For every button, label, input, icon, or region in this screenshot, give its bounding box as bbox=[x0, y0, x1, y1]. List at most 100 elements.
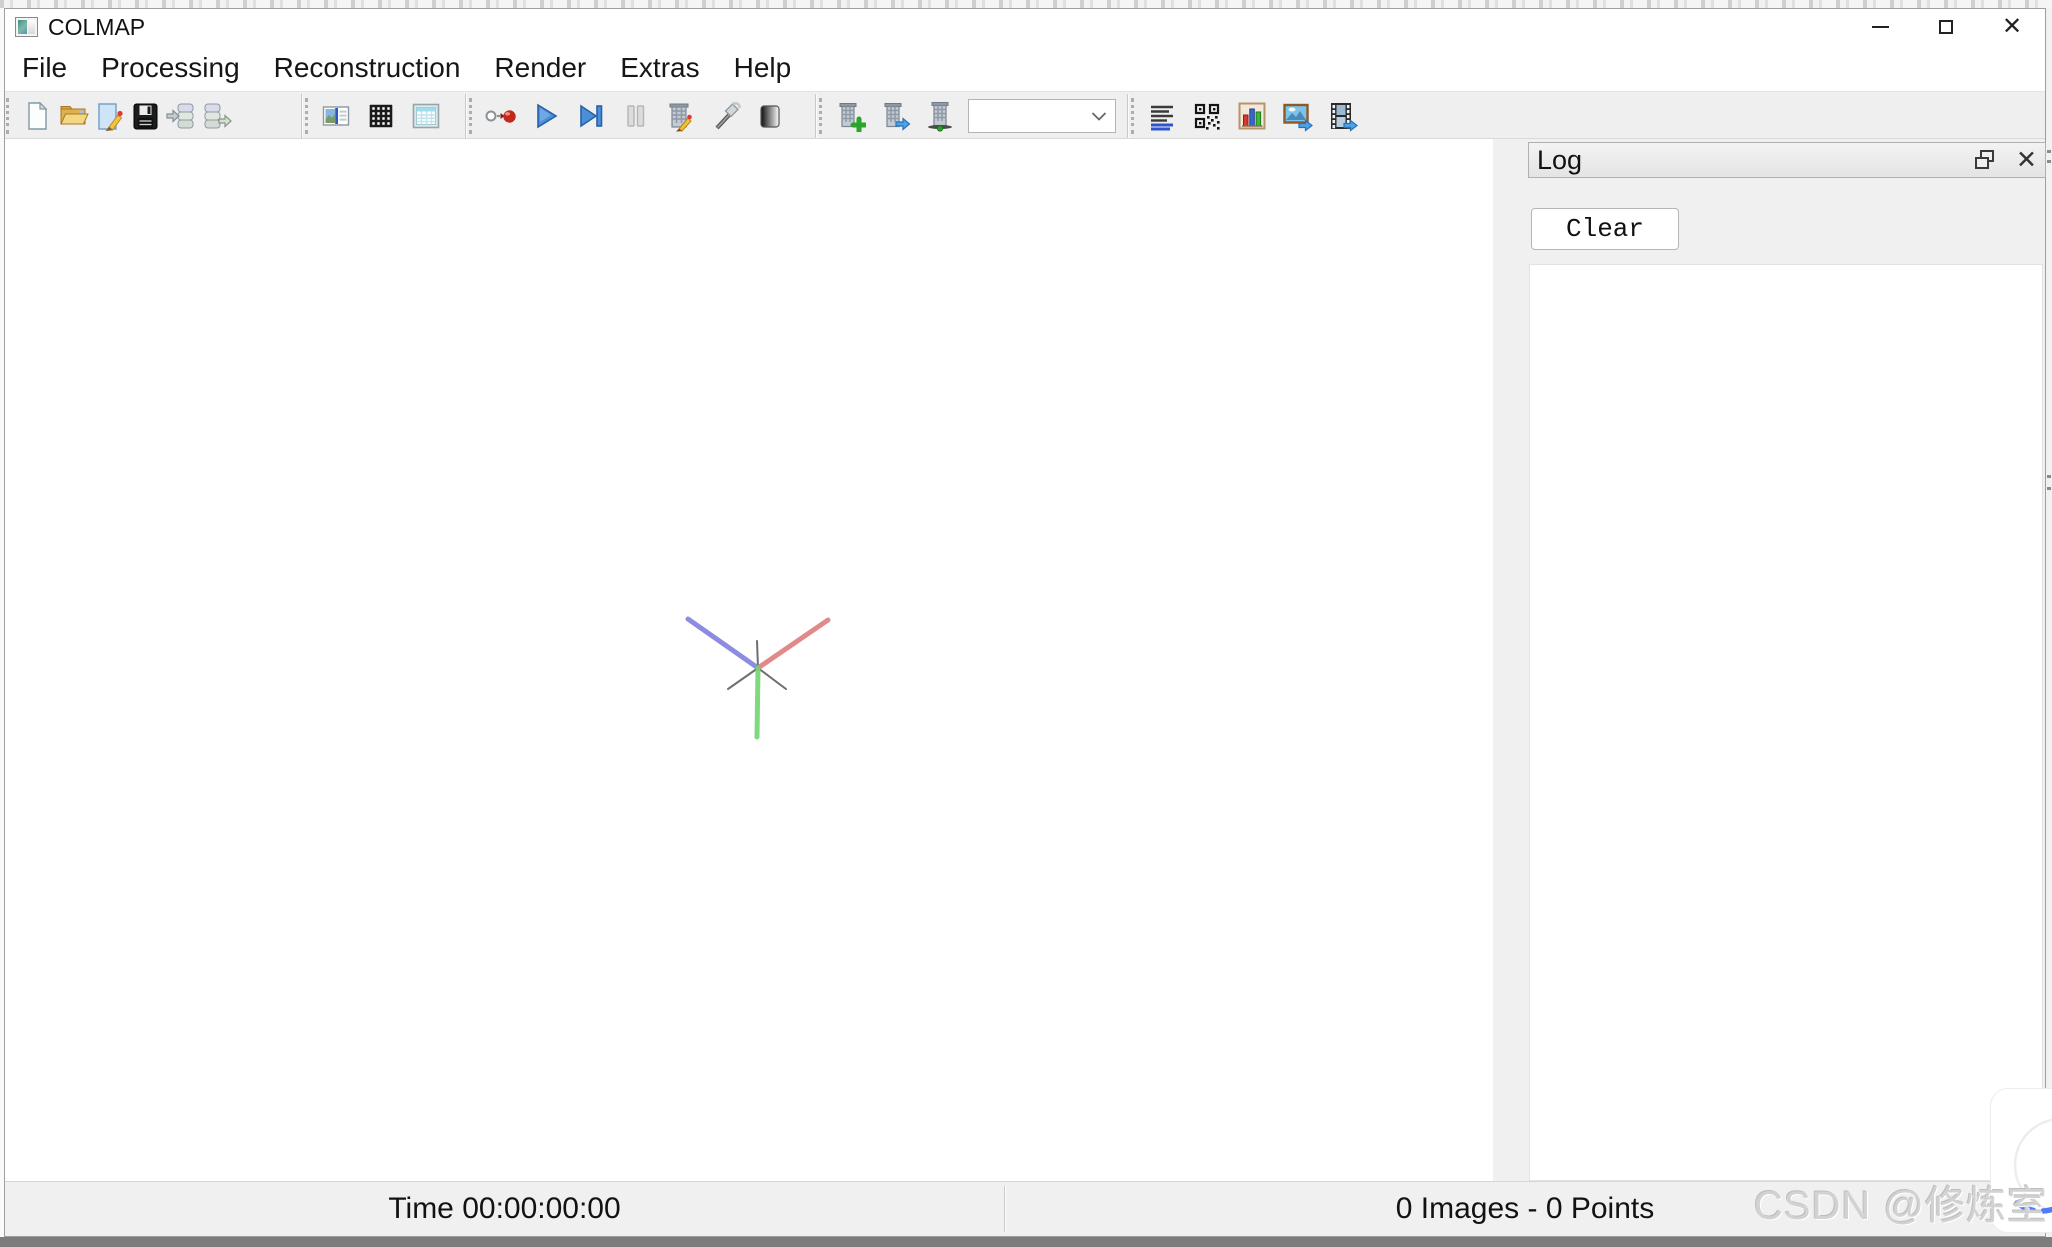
reconstruction-options-icon bbox=[484, 100, 516, 132]
menu-file[interactable]: File bbox=[5, 45, 84, 91]
bundle-adjustment-button[interactable] bbox=[663, 99, 697, 133]
model-new-button[interactable] bbox=[833, 99, 867, 133]
menu-extras[interactable]: Extras bbox=[603, 45, 716, 91]
log-output[interactable] bbox=[1529, 264, 2043, 1181]
window-title: COLMAP bbox=[48, 14, 145, 41]
toolbar-drag-handle[interactable] bbox=[469, 98, 474, 134]
coordinate-axes bbox=[5, 139, 1493, 1183]
database-management-icon bbox=[410, 100, 442, 132]
menu-reconstruction[interactable]: Reconstruction bbox=[257, 45, 478, 91]
dense-reconstruction-icon bbox=[709, 100, 741, 132]
background-scroll-mark bbox=[2047, 475, 2051, 478]
minimize-button[interactable] bbox=[1847, 9, 1913, 45]
reconstruction-pause-button[interactable] bbox=[618, 99, 652, 133]
axis-x-red bbox=[758, 620, 828, 668]
window-controls: ✕ bbox=[1847, 9, 2045, 45]
toolbar-drag-handle[interactable] bbox=[1131, 98, 1136, 134]
reconstruction-options-button[interactable] bbox=[483, 99, 517, 133]
import-model-icon bbox=[165, 100, 197, 132]
toolbar-group-model bbox=[819, 92, 1116, 140]
model-import-button[interactable] bbox=[878, 99, 912, 133]
log-dock-titlebar[interactable]: Log ✕ bbox=[1528, 142, 2046, 178]
status-bar: Time 00:00:00:00 0 Images - 0 Points bbox=[5, 1181, 2045, 1236]
background-page-sliver-top bbox=[0, 0, 2052, 8]
toolbar-separator bbox=[301, 94, 302, 138]
maximize-icon bbox=[1939, 20, 1953, 34]
menu-help[interactable]: Help bbox=[717, 45, 809, 91]
chevron-down-icon bbox=[1091, 112, 1107, 121]
toolbar-group-extras bbox=[1131, 92, 1370, 140]
model-statistics-button[interactable] bbox=[1235, 99, 1269, 133]
model-viewport[interactable] bbox=[5, 139, 1493, 1181]
maximize-button[interactable] bbox=[1913, 9, 1979, 45]
main-area: Log ✕ Clear bbox=[5, 139, 2045, 1181]
background-scroll-mark bbox=[2047, 160, 2051, 163]
reconstruction-pause-icon bbox=[619, 100, 651, 132]
toolbar-drag-handle[interactable] bbox=[305, 98, 310, 134]
toolbar-drag-handle[interactable] bbox=[819, 98, 824, 134]
new-project-button[interactable] bbox=[20, 99, 54, 133]
save-project-icon bbox=[129, 100, 161, 132]
toolbar bbox=[5, 91, 2045, 139]
reconstruction-start-icon bbox=[529, 100, 561, 132]
grab-movie-icon bbox=[1326, 100, 1358, 132]
log-icon bbox=[1146, 100, 1178, 132]
new-project-icon bbox=[21, 100, 53, 132]
bundle-adjustment-icon bbox=[664, 100, 696, 132]
close-icon: ✕ bbox=[2002, 15, 2022, 39]
toolbar-group-processing bbox=[305, 92, 454, 140]
open-project-button[interactable] bbox=[56, 99, 90, 133]
title-bar[interactable]: COLMAP ✕ bbox=[5, 9, 2045, 45]
model-align-icon bbox=[924, 100, 956, 132]
dock-float-button[interactable] bbox=[1974, 149, 1996, 171]
undistortion-button[interactable] bbox=[1190, 99, 1224, 133]
dock-area: Log ✕ Clear bbox=[1493, 139, 2045, 1181]
reconstruction-start-button[interactable] bbox=[528, 99, 562, 133]
log-button[interactable] bbox=[1145, 99, 1179, 133]
status-time: Time 00:00:00:00 bbox=[5, 1182, 1004, 1236]
model-new-icon bbox=[834, 100, 866, 132]
database-management-button[interactable] bbox=[409, 99, 443, 133]
menu-processing[interactable]: Processing bbox=[84, 45, 257, 91]
open-project-icon bbox=[57, 100, 89, 132]
save-project-button[interactable] bbox=[128, 99, 162, 133]
toolbar-drag-handle[interactable] bbox=[6, 98, 11, 134]
log-dock: Log ✕ Clear bbox=[1528, 142, 2046, 1181]
render-options-button[interactable] bbox=[753, 99, 787, 133]
edit-project-button[interactable] bbox=[92, 99, 126, 133]
log-dock-title: Log bbox=[1537, 145, 1582, 176]
watermark: CSDN @修炼室 bbox=[1754, 1173, 2048, 1231]
render-options-icon bbox=[754, 100, 786, 132]
grab-image-icon bbox=[1281, 100, 1313, 132]
feature-matching-icon bbox=[365, 100, 397, 132]
export-model-button[interactable] bbox=[200, 99, 234, 133]
import-model-button[interactable] bbox=[164, 99, 198, 133]
axis-y-blue bbox=[688, 619, 758, 668]
background-scroll-mark bbox=[2047, 150, 2051, 153]
log-clear-button[interactable]: Clear bbox=[1531, 208, 1679, 250]
close-button[interactable]: ✕ bbox=[1979, 9, 2045, 45]
edit-project-icon bbox=[93, 100, 125, 132]
model-import-icon bbox=[879, 100, 911, 132]
toolbar-separator bbox=[815, 94, 816, 138]
feature-matching-button[interactable] bbox=[364, 99, 398, 133]
close-icon: ✕ bbox=[2016, 146, 2037, 174]
menu-bar: File Processing Reconstruction Render Ex… bbox=[5, 45, 2045, 91]
toolbar-group-project bbox=[6, 92, 236, 140]
feature-extraction-button[interactable] bbox=[319, 99, 353, 133]
grab-movie-button[interactable] bbox=[1325, 99, 1359, 133]
menu-render[interactable]: Render bbox=[477, 45, 603, 91]
model-align-button[interactable] bbox=[923, 99, 957, 133]
export-model-icon bbox=[201, 100, 233, 132]
dock-close-button[interactable]: ✕ bbox=[2016, 148, 2037, 173]
background-scroll-mark bbox=[2047, 487, 2051, 490]
grab-image-button[interactable] bbox=[1280, 99, 1314, 133]
dense-reconstruction-button[interactable] bbox=[708, 99, 742, 133]
model-selector-dropdown[interactable] bbox=[968, 99, 1116, 133]
colmap-window: COLMAP ✕ File Processing Reconstruction … bbox=[4, 8, 2046, 1237]
reconstruction-step-button[interactable] bbox=[573, 99, 607, 133]
minimize-icon bbox=[1872, 26, 1889, 28]
app-icon bbox=[15, 17, 38, 37]
undistortion-icon bbox=[1191, 100, 1223, 132]
toolbar-separator bbox=[1127, 94, 1128, 138]
